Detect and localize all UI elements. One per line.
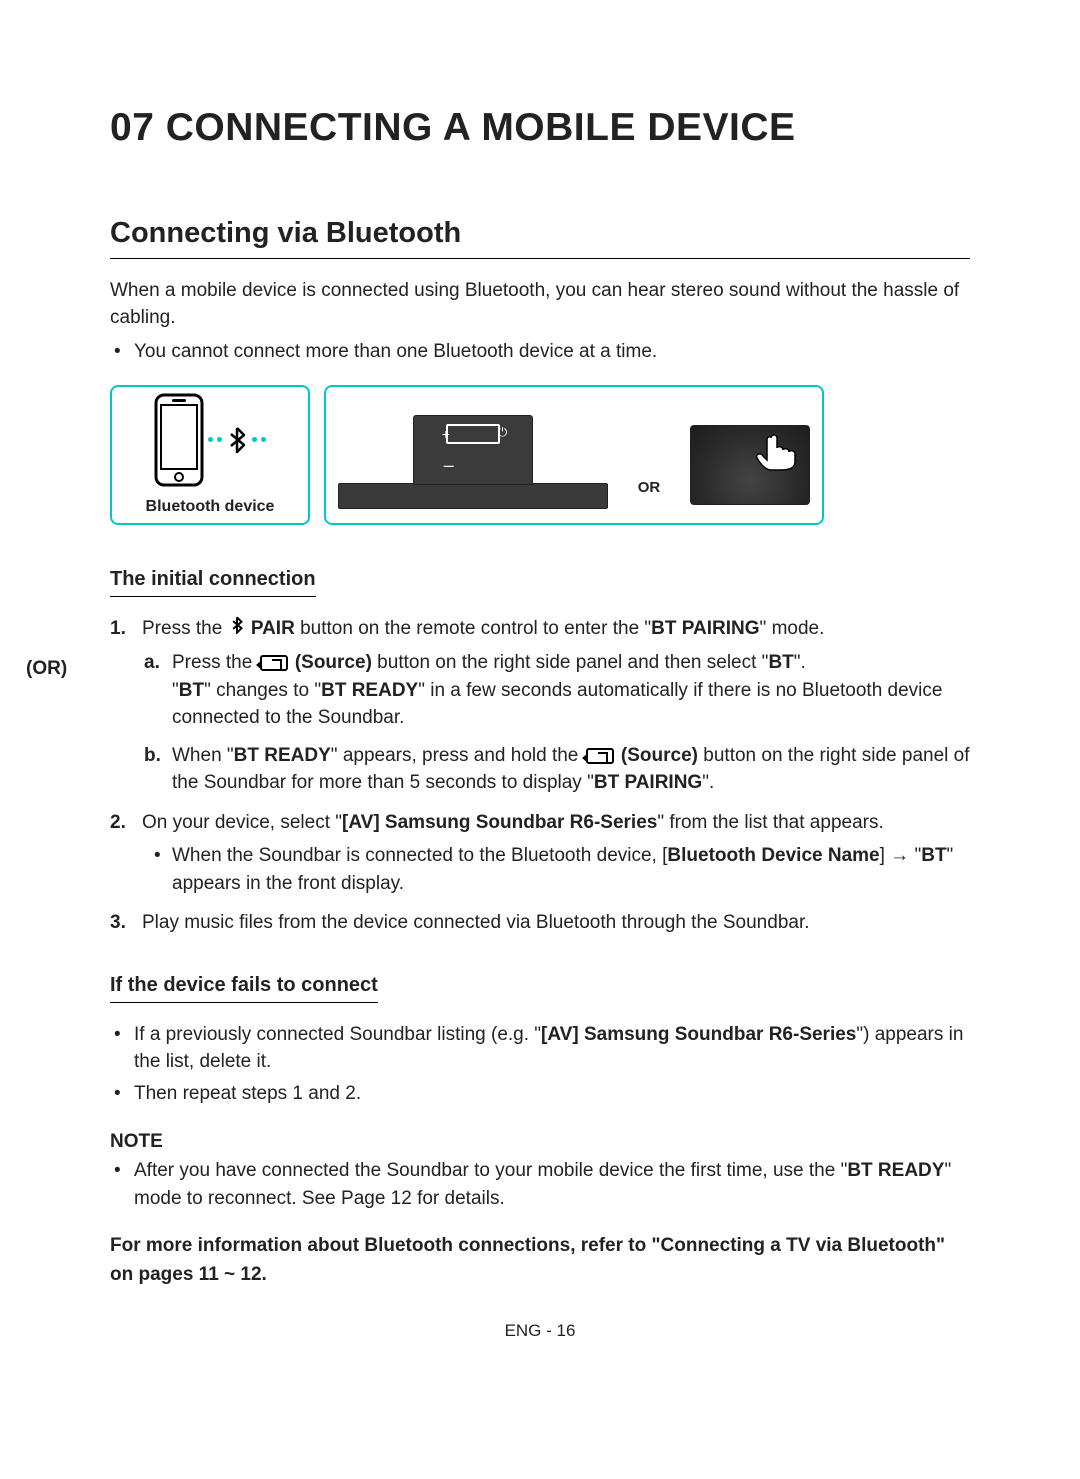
step-1b: b. When "BT READY" appears, press and ho… — [168, 742, 970, 797]
soundbar-card: +–⏻ OR — [324, 385, 824, 525]
section-heading: Connecting via Bluetooth — [110, 212, 970, 259]
connection-diagram: Bluetooth device +–⏻ OR — [110, 385, 970, 525]
step-2: 2. On your device, select "[AV] Samsung … — [136, 809, 970, 898]
source-icon — [260, 655, 288, 671]
step-1a: a. Press the (Source) button on the righ… — [168, 649, 970, 732]
fails-heading: If the device fails to connect — [110, 971, 378, 1003]
step-1: 1. Press the PAIR button on the remote c… — [136, 615, 970, 796]
bluetooth-device-card: Bluetooth device — [110, 385, 310, 525]
fail-bullet-2: Then repeat steps 1 and 2. — [134, 1080, 970, 1108]
source-icon — [586, 748, 614, 764]
page-footer: ENG - 16 — [110, 1319, 970, 1344]
page-title: 07 CONNECTING A MOBILE DEVICE — [110, 100, 970, 157]
or-paren: (OR) — [26, 655, 67, 683]
soundbar-icon — [338, 483, 608, 509]
note-bullet: After you have connected the Soundbar to… — [134, 1157, 970, 1212]
step-3: 3. Play music files from the device conn… — [136, 909, 970, 937]
final-reference: For more information about Bluetooth con… — [110, 1232, 970, 1289]
hand-icon — [749, 432, 799, 472]
initial-connection-heading: The initial connection — [110, 565, 316, 597]
bluetooth-device-label: Bluetooth device — [146, 495, 275, 518]
bluetooth-pair-icon — [230, 615, 244, 643]
intro-text: When a mobile device is connected using … — [110, 277, 970, 332]
step-2-bullet: When the Soundbar is connected to the Bl… — [172, 842, 970, 897]
note-label: NOTE — [110, 1128, 970, 1156]
intro-bullet: You cannot connect more than one Bluetoo… — [134, 338, 970, 366]
phone-icon — [154, 393, 204, 487]
control-box-icon: +–⏻ — [413, 415, 533, 485]
or-label: OR — [638, 477, 661, 499]
fail-bullet-1: If a previously connected Soundbar listi… — [134, 1021, 970, 1076]
bluetooth-icon — [226, 426, 248, 454]
remote-icon — [690, 425, 810, 505]
